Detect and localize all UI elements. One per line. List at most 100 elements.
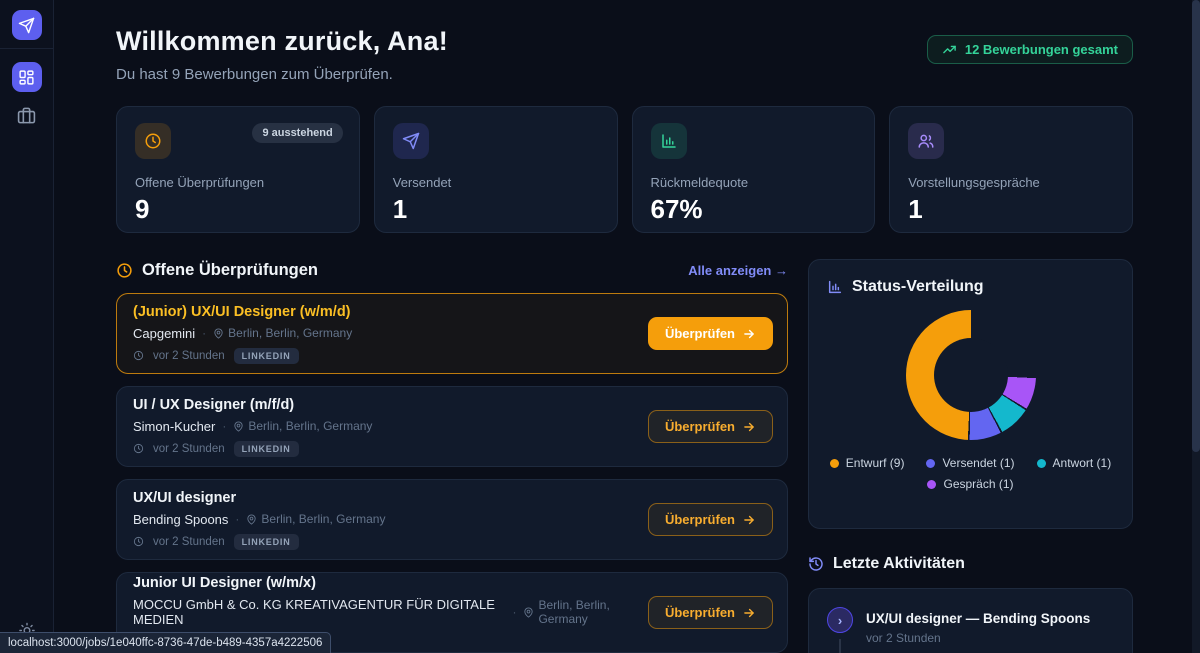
activity-arrow-icon: › bbox=[827, 607, 853, 633]
status-bar-url: localhost:3000/jobs/1e040ffc-8736-47de-b… bbox=[0, 632, 331, 653]
trending-up-icon bbox=[942, 42, 957, 57]
page-title: Willkommen zurück, Ana! bbox=[116, 26, 448, 57]
legend-item: Antwort (1) bbox=[1037, 456, 1112, 470]
job-source-badge: LINKEDIN bbox=[234, 534, 299, 550]
arrow-right-icon bbox=[742, 327, 756, 341]
job-card[interactable]: (Junior) UX/UI Designer (w/m/d) Capgemin… bbox=[116, 293, 788, 374]
arrow-right-icon bbox=[742, 420, 756, 434]
stat-card-interviews[interactable]: Vorstellungsgespräche 1 bbox=[889, 106, 1133, 233]
legend-item: Versendet (1) bbox=[926, 456, 1014, 470]
legend-label: Gespräch (1) bbox=[943, 477, 1013, 491]
job-title: Junior UI Designer (w/m/x) bbox=[133, 575, 648, 591]
separator-dot: · bbox=[235, 512, 239, 526]
job-card[interactable]: UX/UI designer Bending Spoons · Berlin, … bbox=[116, 479, 788, 560]
stat-value: 67% bbox=[651, 194, 857, 225]
separator-dot: · bbox=[202, 326, 206, 340]
review-button-label: Überprüfen bbox=[665, 605, 735, 620]
job-location: Berlin, Berlin, Germany bbox=[248, 419, 372, 433]
clock-icon bbox=[133, 350, 144, 361]
right-panel: Status-Verteilung Entwurf (9) Versendet (… bbox=[808, 259, 1133, 653]
page-subtitle: Du hast 9 Bewerbungen zum Überprüfen. bbox=[116, 66, 448, 83]
clock-icon bbox=[133, 536, 144, 547]
legend-label: Entwurf (9) bbox=[846, 456, 905, 470]
job-time: vor 2 Stunden bbox=[153, 443, 225, 455]
activity-card: › UX/UI designer — Bending Spoons vor 2 … bbox=[808, 588, 1133, 653]
map-pin-icon bbox=[246, 514, 257, 525]
legend-label: Versendet (1) bbox=[942, 456, 1014, 470]
history-icon bbox=[808, 556, 824, 572]
legend-dot bbox=[830, 459, 839, 468]
separator-dot: · bbox=[222, 419, 226, 433]
job-title: UX/UI designer bbox=[133, 490, 385, 506]
activity-time: vor 2 Stunden bbox=[866, 631, 1090, 645]
review-button[interactable]: Überprüfen bbox=[648, 410, 773, 443]
bar-chart-icon bbox=[651, 123, 687, 159]
job-source-badge: LINKEDIN bbox=[234, 348, 299, 364]
view-all-link[interactable]: Alle anzeigen → bbox=[688, 263, 788, 278]
status-distribution-card: Status-Verteilung Entwurf (9) Versendet (… bbox=[808, 259, 1133, 529]
bar-chart-icon bbox=[827, 279, 843, 295]
job-location: Berlin, Berlin, Germany bbox=[228, 326, 352, 340]
stat-value: 1 bbox=[393, 194, 599, 225]
job-card[interactable]: UI / UX Designer (m/f/d) Simon-Kucher · … bbox=[116, 386, 788, 467]
map-pin-icon bbox=[233, 421, 244, 432]
review-button-label: Überprüfen bbox=[665, 512, 735, 527]
separator-dot: · bbox=[512, 605, 516, 619]
job-company: MOCCU GmbH & Co. KG KREATIVAGENTUR FÜR D… bbox=[133, 597, 505, 627]
job-company: Capgemini bbox=[133, 326, 195, 341]
sidebar-item-dashboard[interactable] bbox=[12, 62, 42, 92]
activity-title: UX/UI designer — Bending Spoons bbox=[866, 611, 1090, 626]
legend-dot bbox=[926, 459, 935, 468]
sidebar bbox=[0, 0, 54, 653]
job-company: Bending Spoons bbox=[133, 512, 228, 527]
review-button-label: Überprüfen bbox=[665, 326, 735, 341]
sidebar-item-jobs[interactable] bbox=[17, 106, 36, 125]
arrow-right-icon bbox=[742, 513, 756, 527]
main-content: Willkommen zurück, Ana! Du hast 9 Bewerb… bbox=[54, 0, 1200, 653]
review-button-label: Überprüfen bbox=[665, 419, 735, 434]
stat-label: Offene Überprüfungen bbox=[135, 175, 341, 190]
stat-card-response-rate[interactable]: Rückmeldequote 67% bbox=[632, 106, 876, 233]
app-logo-send-icon[interactable] bbox=[12, 10, 42, 40]
job-time: vor 2 Stunden bbox=[153, 350, 225, 362]
pending-section-title: Offene Überprüfungen bbox=[142, 261, 318, 280]
job-location: Berlin, Berlin, Germany bbox=[538, 598, 647, 626]
briefcase-icon bbox=[17, 106, 36, 125]
chart-legend: Entwurf (9) Versendet (1) Antwort (1) Gespr… bbox=[827, 456, 1114, 491]
job-title: UI / UX Designer (m/f/d) bbox=[133, 397, 372, 413]
stat-card-sent[interactable]: Versendet 1 bbox=[374, 106, 618, 233]
stats-row: 9 ausstehend Offene Überprüfungen 9 Vers… bbox=[116, 106, 1133, 233]
clock-icon bbox=[133, 443, 144, 454]
dashboard-icon bbox=[18, 69, 35, 86]
app-logo-area bbox=[0, 0, 53, 49]
stat-card-pending[interactable]: 9 ausstehend Offene Überprüfungen 9 bbox=[116, 106, 360, 233]
clock-icon bbox=[135, 123, 171, 159]
pending-count-chip: 9 ausstehend bbox=[252, 123, 342, 143]
status-donut-chart[interactable] bbox=[906, 310, 1036, 440]
job-company: Simon-Kucher bbox=[133, 419, 215, 434]
stat-value: 9 bbox=[135, 194, 341, 225]
review-button[interactable]: Überprüfen bbox=[648, 317, 773, 350]
legend-item: Gespräch (1) bbox=[927, 477, 1013, 491]
map-pin-icon bbox=[523, 607, 534, 618]
stat-value: 1 bbox=[908, 194, 1114, 225]
legend-dot bbox=[1037, 459, 1046, 468]
job-title: (Junior) UX/UI Designer (w/m/d) bbox=[133, 304, 352, 320]
users-icon bbox=[908, 123, 944, 159]
timeline-connector bbox=[839, 639, 841, 653]
review-button[interactable]: Überprüfen bbox=[648, 596, 773, 629]
arrow-right-icon bbox=[742, 606, 756, 620]
stat-label: Rückmeldequote bbox=[651, 175, 857, 190]
review-button[interactable]: Überprüfen bbox=[648, 503, 773, 536]
clock-icon bbox=[116, 262, 133, 279]
status-chart-title: Status-Verteilung bbox=[852, 278, 984, 296]
job-source-badge: LINKEDIN bbox=[234, 441, 299, 457]
job-time: vor 2 Stunden bbox=[153, 536, 225, 548]
job-location: Berlin, Berlin, Germany bbox=[261, 512, 385, 526]
legend-label: Antwort (1) bbox=[1053, 456, 1112, 470]
legend-item: Entwurf (9) bbox=[830, 456, 905, 470]
pending-reviews-section: Offene Überprüfungen Alle anzeigen → (Ju… bbox=[116, 259, 788, 653]
total-applications-badge[interactable]: 12 Bewerbungen gesamt bbox=[927, 35, 1133, 64]
map-pin-icon bbox=[213, 328, 224, 339]
scrollbar-thumb[interactable] bbox=[1192, 0, 1200, 452]
